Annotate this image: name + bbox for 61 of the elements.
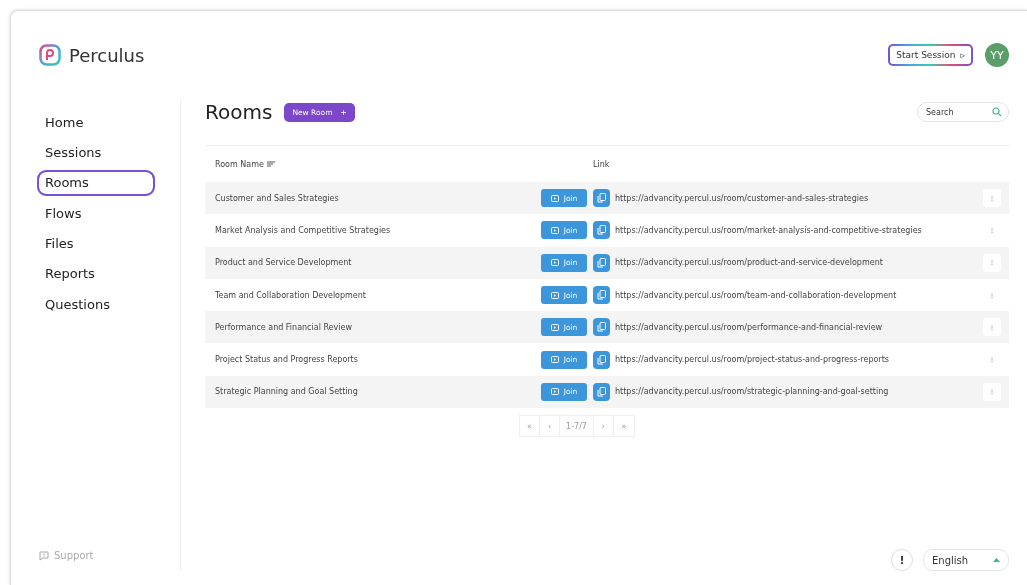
brand-name: Perculus bbox=[69, 44, 145, 66]
copy-icon bbox=[597, 354, 606, 365]
room-name: Performance and Financial Review bbox=[215, 322, 353, 332]
column-header[interactable]: Room Name bbox=[215, 159, 264, 169]
sidebar-item[interactable]: Rooms bbox=[37, 169, 155, 196]
room-link[interactable]: https://advancity.percul.us/room/market-analysis-and-competitive-strategies bbox=[615, 225, 983, 235]
video-icon bbox=[550, 356, 559, 364]
video-icon bbox=[550, 388, 559, 396]
logo-icon bbox=[39, 44, 61, 66]
copy-icon bbox=[597, 322, 606, 333]
room-name: Strategic Planning and Goal Setting bbox=[215, 387, 359, 397]
copy-icon bbox=[597, 290, 606, 301]
copy-button[interactable] bbox=[593, 253, 610, 272]
column-header: Link bbox=[593, 159, 610, 169]
search-icon bbox=[992, 107, 1002, 117]
help-button[interactable]: ! bbox=[891, 549, 913, 571]
copy-button[interactable] bbox=[593, 350, 610, 369]
room-link[interactable]: https://advancity.percul.us/room/product-and-service-development bbox=[615, 258, 983, 268]
copy-button[interactable] bbox=[593, 318, 610, 337]
search-field[interactable]: Search bbox=[917, 102, 1009, 122]
copy-icon bbox=[597, 193, 606, 204]
copy-button[interactable] bbox=[593, 286, 610, 305]
sidebar-item[interactable]: Questions bbox=[37, 291, 155, 318]
more-button[interactable]: ⁝ bbox=[983, 382, 1001, 401]
support-link[interactable]: Support bbox=[54, 550, 94, 561]
language-select[interactable]: English bbox=[923, 549, 1009, 571]
video-icon bbox=[550, 259, 559, 267]
copy-button[interactable] bbox=[593, 189, 610, 208]
sidebar-item[interactable]: Home bbox=[37, 109, 155, 135]
more-button[interactable]: ⁝ bbox=[983, 253, 1001, 272]
room-link[interactable]: https://advancity.percul.us/room/strategic-planning-and-goal-setting bbox=[615, 387, 983, 397]
room-name: Market Analysis and Competitive Strategies bbox=[215, 225, 392, 235]
room-link[interactable]: https://advancity.percul.us/room/team-and-collaboration-development bbox=[615, 290, 983, 300]
video-icon bbox=[550, 194, 559, 202]
page-title: Rooms bbox=[205, 100, 273, 124]
copy-icon bbox=[597, 386, 606, 397]
copy-button[interactable] bbox=[593, 382, 610, 401]
room-name: Customer and Sales Strategies bbox=[215, 193, 340, 203]
sidebar-item[interactable]: Flows bbox=[37, 200, 155, 227]
sidebar-item[interactable]: Reports bbox=[37, 260, 155, 287]
video-icon bbox=[550, 226, 559, 234]
video-icon bbox=[550, 323, 559, 331]
copy-icon bbox=[597, 257, 606, 268]
room-link[interactable]: https://advancity.percul.us/room/customer-and-sales-strategies bbox=[615, 193, 983, 203]
room-name: Product and Service Development bbox=[215, 258, 353, 268]
copy-button[interactable] bbox=[593, 221, 610, 240]
room-name: Project Status and Progress Reports bbox=[215, 355, 359, 365]
copy-icon bbox=[597, 225, 606, 236]
room-link[interactable]: https://advancity.percul.us/room/performance-and-financial-review bbox=[615, 322, 983, 332]
more-button[interactable]: ⁝ bbox=[983, 318, 1001, 337]
sidebar-item[interactable]: Files bbox=[37, 230, 155, 257]
chat-icon bbox=[39, 550, 49, 561]
caret-icon bbox=[993, 558, 1000, 562]
start-session-button[interactable]: Start Session ▹ bbox=[888, 44, 973, 66]
room-link[interactable]: https://advancity.percul.us/room/project-status-and-progress-reports bbox=[615, 355, 983, 365]
sort-icon[interactable] bbox=[266, 161, 275, 167]
user-avatar[interactable]: YY bbox=[985, 43, 1009, 67]
more-button[interactable]: ⁝ bbox=[983, 189, 1001, 208]
sidebar-item[interactable]: Sessions bbox=[37, 139, 155, 166]
video-icon bbox=[550, 291, 559, 299]
room-name: Team and Collaboration Development bbox=[215, 290, 367, 300]
